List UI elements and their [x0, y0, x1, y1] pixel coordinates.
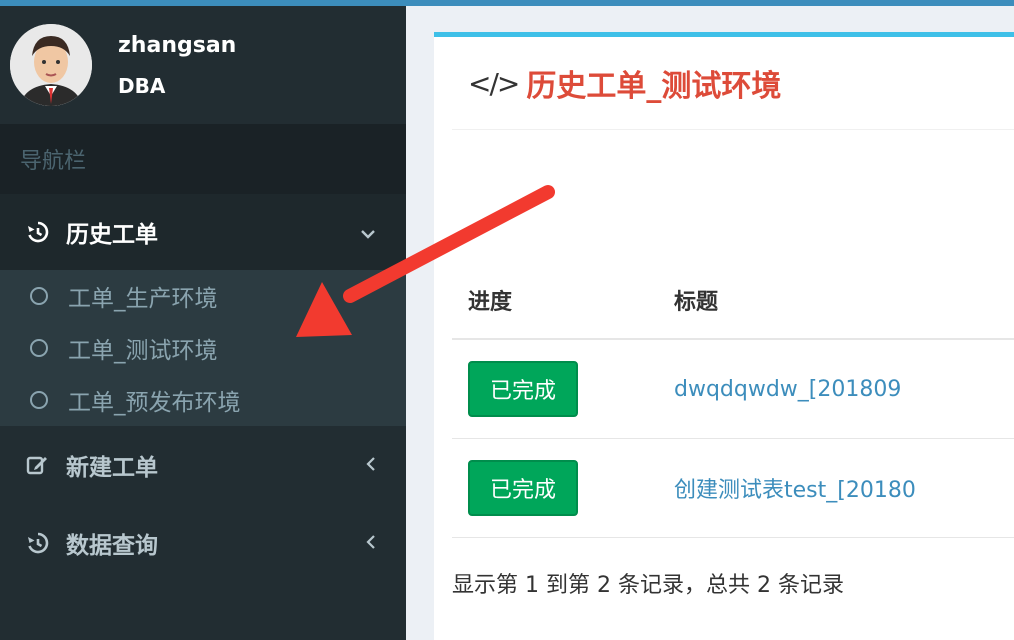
avatar[interactable] [10, 24, 92, 106]
circle-icon [30, 287, 48, 305]
sidebar-item-label: 历史工单 [66, 222, 158, 248]
sidebar-subitem-label: 工单_预发布环境 [68, 390, 241, 416]
sidebar-item-label: 新建工单 [66, 455, 158, 481]
chevron-down-icon [360, 220, 376, 244]
column-header-progress: 进度 [468, 290, 513, 315]
edit-icon [22, 450, 52, 480]
history-icon [22, 528, 52, 558]
sidebar-item-history[interactable]: 历史工单 [0, 194, 406, 270]
column-header-title: 标题 [674, 290, 719, 315]
status-badge[interactable]: 已完成 [468, 460, 578, 516]
table-row: 已完成 创建测试表test_[20180 [452, 439, 1014, 538]
table-header: 进度 标题 [452, 262, 1014, 340]
order-title-link[interactable]: 创建测试表test_[20180 [674, 478, 916, 503]
box-header: </> 历史工单_测试环境 [452, 37, 1014, 130]
orders-table: 进度 标题 已完成 dwqdqwdw_[201809 已完成 创建测试表test… [452, 262, 1014, 538]
chevron-left-icon [366, 453, 376, 477]
sidebar-subitem-test[interactable]: 工单_测试环境 [0, 322, 406, 374]
sidebar-subitem-label: 工单_生产环境 [68, 286, 218, 312]
circle-icon [30, 391, 48, 409]
code-icon: </> [468, 66, 520, 100]
page-title: 历史工单_测试环境 [526, 69, 782, 104]
sidebar-subitem-label: 工单_测试环境 [68, 338, 218, 364]
nav-header: 导航栏 [0, 124, 406, 194]
chevron-left-icon [366, 531, 376, 555]
user-name: zhangsan [118, 33, 237, 58]
sidebar: zhangsan DBA 导航栏 历史工单 工单_生产环境 工单_测试环境 工单… [0, 6, 406, 640]
sidebar-item-query[interactable]: 数据查询 [0, 504, 406, 582]
status-badge[interactable]: 已完成 [468, 361, 578, 417]
sidebar-item-label: 数据查询 [66, 533, 158, 559]
sidebar-item-create[interactable]: 新建工单 [0, 426, 406, 504]
avatar-image [10, 24, 92, 106]
order-title-link[interactable]: dwqdqwdw_[201809 [674, 377, 901, 402]
content-box: </> 历史工单_测试环境 进度 标题 已完成 dwqdqwdw_[201809… [434, 32, 1014, 640]
circle-icon [30, 339, 48, 357]
pagination-info: 显示第 1 到第 2 条记录，总共 2 条记录 [452, 573, 844, 598]
table-row: 已完成 dwqdqwdw_[201809 [452, 340, 1014, 439]
history-submenu: 工单_生产环境 工单_测试环境 工单_预发布环境 [0, 270, 406, 426]
history-icon [22, 217, 52, 247]
sidebar-subitem-production[interactable]: 工单_生产环境 [0, 270, 406, 322]
user-panel: zhangsan DBA [0, 6, 406, 124]
sidebar-subitem-staging[interactable]: 工单_预发布环境 [0, 374, 406, 426]
user-role: DBA [118, 74, 166, 98]
